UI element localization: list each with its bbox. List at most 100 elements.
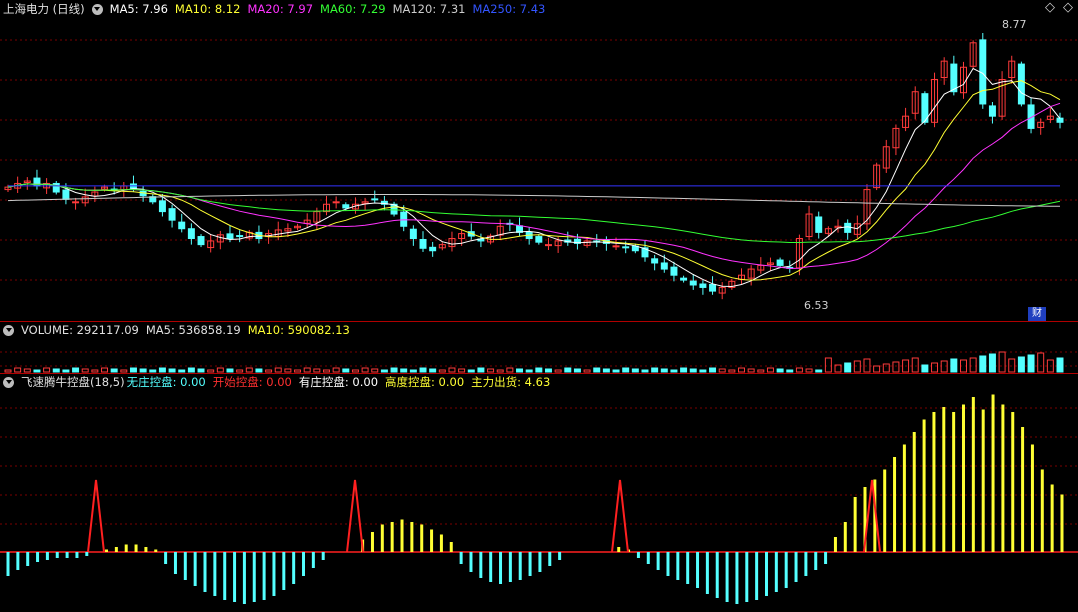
indicator-title: 飞速腾牛控盘: [21, 375, 90, 389]
candle-body: [1017, 63, 1025, 105]
candle-body: [419, 238, 427, 249]
volume-bar: [158, 367, 166, 373]
candle-body: [158, 200, 166, 213]
volume-header: VOLUME: 292117.09 MA5: 536858.19 MA10: 5…: [3, 322, 357, 338]
low-price-label: 6.53: [804, 299, 829, 312]
volume-bar: [120, 369, 128, 373]
volume-bar: [284, 368, 292, 373]
volume-bar: [873, 365, 881, 373]
volume-bar: [351, 369, 359, 373]
candle-body: [670, 266, 678, 276]
volume-bar: [506, 367, 514, 373]
kline-chart[interactable]: [0, 0, 1078, 612]
volume-bar: [400, 368, 408, 373]
volume-bar: [651, 367, 659, 373]
candle-body: [776, 259, 784, 266]
ma120-value: MA120: 7.31: [392, 2, 466, 16]
indicator-params: (18,5): [90, 375, 125, 389]
volume-bar: [844, 362, 852, 373]
candle-body: [187, 228, 195, 240]
candle-body: [815, 216, 823, 233]
candle-body: [689, 280, 697, 286]
volume-bar: [998, 351, 1006, 373]
volume-bar: [738, 367, 745, 373]
candle-body: [197, 236, 205, 246]
indicator-name: 飞速腾牛控盘(18,5): [21, 374, 125, 390]
ma20-value: MA20: 7.97: [247, 2, 314, 16]
volume-bar: [641, 369, 649, 373]
dropdown-icon[interactable]: [3, 324, 14, 336]
volume-bar: [255, 368, 263, 373]
volume-bar: [969, 357, 977, 373]
candle-body: [660, 262, 668, 270]
candle-body: [342, 204, 350, 209]
candle-body: [236, 235, 244, 238]
volume-bar: [815, 369, 823, 373]
volume-bar: [23, 368, 31, 373]
volume-bar: [139, 368, 147, 373]
volume-value: VOLUME: 292117.09: [21, 323, 139, 337]
candle-body: [1056, 117, 1064, 123]
volume-bar: [81, 368, 89, 373]
candle-body: [544, 244, 552, 247]
candle-body: [409, 228, 417, 240]
volume-bar: [766, 367, 774, 373]
volume-bar: [72, 367, 80, 373]
volume-bar: [670, 369, 678, 373]
volume-bar: [699, 369, 707, 373]
volume-bar: [110, 368, 118, 373]
volume-bar: [438, 369, 446, 373]
volume-bar: [207, 369, 215, 373]
volume-bar: [747, 368, 755, 373]
close-icon[interactable]: ◇: [1063, 0, 1073, 15]
volume-bar: [573, 368, 581, 373]
expand-icon[interactable]: ◇: [1045, 0, 1055, 15]
volume-bar: [544, 368, 552, 373]
volume-bar: [757, 369, 765, 373]
volume-bar: [265, 369, 273, 373]
finance-badge[interactable]: 财: [1028, 307, 1046, 321]
volume-bar: [236, 369, 244, 373]
volume-bar: [226, 368, 234, 373]
volume-bar: [380, 369, 388, 373]
stock-title: 上海电力 (日线): [3, 2, 85, 16]
volume-bar: [911, 357, 919, 373]
start-control-spike: [87, 479, 105, 553]
volume-bar: [178, 369, 186, 373]
volume-bar: [33, 369, 41, 373]
volume-bar: [660, 368, 668, 373]
volume-bar: [303, 367, 311, 373]
candle-body: [168, 208, 176, 221]
volume-bar: [342, 368, 350, 373]
candle-body: [680, 277, 688, 281]
volume-bar: [101, 367, 109, 373]
candle-body: [226, 233, 234, 240]
candle-body: [332, 201, 340, 204]
ma5-value: MA5: 7.96: [109, 2, 168, 16]
volume-bar: [776, 368, 784, 373]
start-control-spike: [611, 479, 629, 553]
dropdown-icon[interactable]: [3, 376, 14, 388]
volume-bar: [988, 353, 996, 373]
main-header: 上海电力 (日线) MA5: 7.96 MA10: 8.12 MA20: 7.9…: [3, 1, 552, 17]
volume-bar: [535, 367, 543, 373]
volume-bar: [187, 367, 195, 373]
volume-bar: [294, 369, 302, 373]
candle-body: [371, 198, 379, 201]
volume-bar: [477, 367, 485, 373]
volume-bar: [612, 369, 620, 373]
volume-bar: [216, 367, 224, 373]
volume-bar: [62, 369, 70, 373]
volume-bar: [950, 358, 958, 373]
dropdown-icon[interactable]: [91, 3, 103, 15]
candle-body: [651, 258, 659, 264]
volume-bar: [448, 367, 456, 373]
candle-body: [844, 222, 852, 233]
ma10-value: MA10: 8.12: [174, 2, 241, 16]
no-control-value: 无庄控盘: 0.00: [126, 375, 206, 389]
volume-bar: [168, 368, 176, 373]
volume-bar: [129, 367, 137, 373]
volume-bar: [419, 367, 427, 373]
volume-bar: [458, 368, 466, 373]
candle-body: [699, 283, 707, 288]
